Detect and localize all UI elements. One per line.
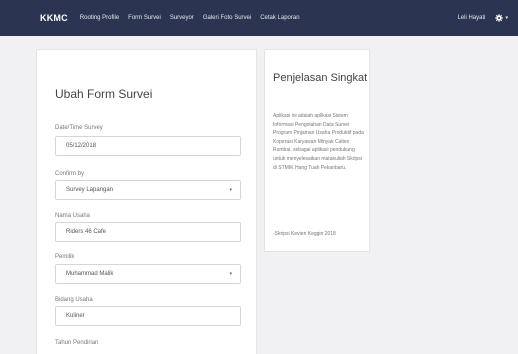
nav-item-surveyor[interactable]: Surveyor [170,15,194,21]
top-navbar: KKMC Rooting Profile Form Survei Surveyo… [0,0,518,36]
nama-usaha-label: Nama Usaha [55,213,91,219]
nav-item-rooting-profile[interactable]: Rooting Profile [80,15,119,21]
confirm-by-label: Confirm by [55,171,85,177]
form-title: Ubah Form Survei [55,87,153,101]
info-title: Penjelasan Singkat [273,72,368,84]
pemilik-label: Pemilik [55,254,75,260]
nav-item-form-survei[interactable]: Form Survei [128,15,161,21]
pemilik-value: Muhammad Malik [66,271,114,277]
nav-item-cetak-laporan[interactable]: Cetak Laporan [260,15,299,21]
nav-item-galeri-foto-survei[interactable]: Galeri Foto Survei [203,15,251,21]
nama-usaha-input[interactable]: Riders 46 Cafe [55,222,241,242]
info-panel: Penjelasan Singkat Aplikasi ini adalah a… [264,49,370,252]
confirm-by-value: Survey Lapangan [66,187,114,193]
edit-survey-form-panel: Ubah Form Survei Date/Time Survey 05/12/… [36,49,257,354]
brand-logo[interactable]: KKMC [40,13,68,23]
pemilik-select[interactable]: Muhammad Malik ▾ [55,264,241,284]
tahun-pendirian-label: Tahun Pendirian [55,340,99,346]
nama-usaha-value: Riders 46 Cafe [66,229,107,235]
user-name-link[interactable]: Leli Hayati [457,15,485,21]
bidang-usaha-input[interactable]: Kuliner [55,306,241,326]
confirm-by-select[interactable]: Survey Lapangan ▾ [55,180,241,200]
date-time-survey-input[interactable]: 05/12/2018 [55,136,241,156]
navbar-right: Leli Hayati ▾ [457,14,508,22]
select-caret-icon: ▾ [229,271,232,277]
chevron-down-icon: ▾ [505,15,508,21]
bidang-usaha-value: Kuliner [66,313,85,319]
info-description: Aplikasi ini adalah aplikasi Sistem Info… [273,113,364,171]
info-signature: -Skripsi Kevien Keggin 2018 [273,231,336,237]
gear-icon [495,14,504,22]
select-caret-icon: ▾ [229,187,232,193]
bidang-usaha-label: Bidang Usaha [55,297,93,303]
date-time-survey-label: Date/Time Survey [55,125,103,131]
date-time-survey-value: 05/12/2018 [66,143,97,149]
settings-dropdown[interactable]: ▾ [495,14,508,22]
